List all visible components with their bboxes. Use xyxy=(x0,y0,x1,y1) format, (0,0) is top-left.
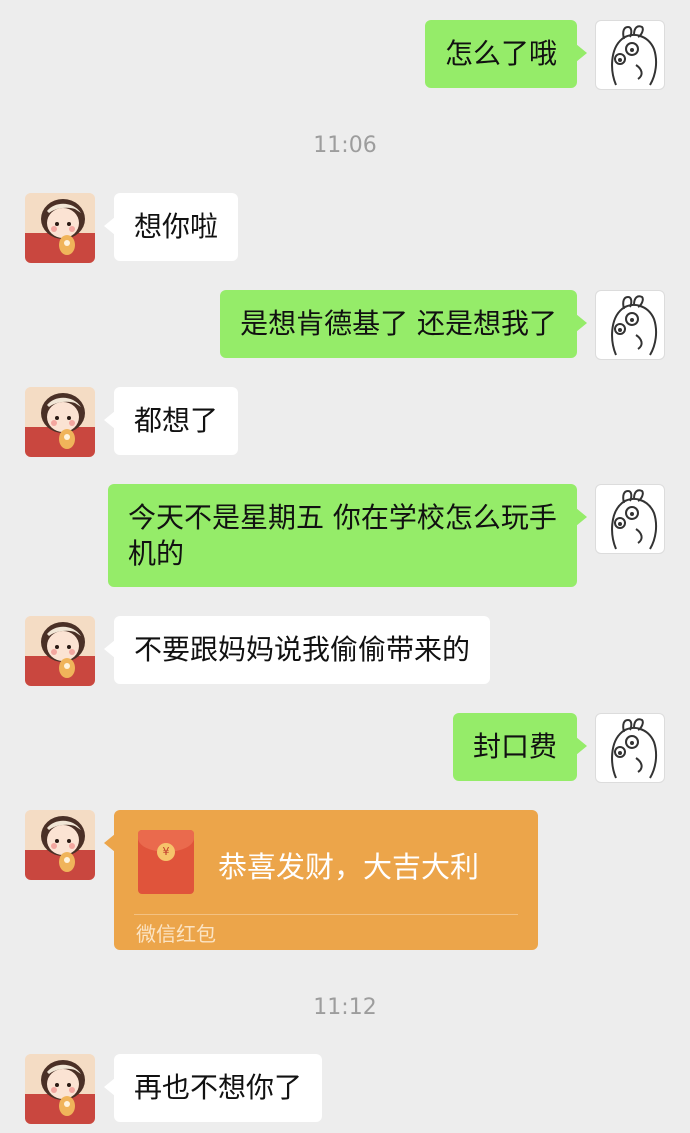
my-message-bubble[interactable]: 封口费 xyxy=(452,713,588,781)
message-text: 封口费 xyxy=(472,730,557,763)
my-avatar[interactable] xyxy=(595,713,665,783)
my-message-bubble[interactable]: 怎么了哦 xyxy=(424,20,588,88)
my-message-bubble[interactable]: 今天不是星期五 你在学校怎么玩手机的 xyxy=(108,484,587,587)
contact-avatar[interactable] xyxy=(25,1054,95,1124)
divider xyxy=(134,914,518,915)
my-message-bubble[interactable]: 是想肯德基了 还是想我了 xyxy=(220,290,587,358)
girl-avatar-icon xyxy=(25,387,95,457)
my-avatar[interactable] xyxy=(595,20,665,90)
contact-avatar[interactable] xyxy=(25,810,95,880)
red-envelope-icon: ¥ xyxy=(138,830,194,894)
contact-avatar[interactable] xyxy=(25,616,95,686)
timestamp: 11:06 xyxy=(313,133,377,158)
contact-message-bubble[interactable]: 不要跟妈妈说我偷偷带来的 xyxy=(103,616,491,684)
contact-message-bubble[interactable]: 再也不想你了 xyxy=(103,1054,323,1122)
contact-avatar[interactable] xyxy=(25,387,95,457)
cartoon-face-avatar-icon xyxy=(611,295,658,356)
message-text: 是想肯德基了 还是想我了 xyxy=(240,307,557,340)
message-text: 都想了 xyxy=(134,404,219,437)
timestamp: 11:12 xyxy=(313,995,377,1020)
cartoon-face-avatar-icon xyxy=(611,718,658,779)
contact-message-bubble[interactable]: 想你啦 xyxy=(103,193,239,261)
my-avatar[interactable] xyxy=(595,484,665,554)
message-text: 再也不想你了 xyxy=(134,1071,303,1104)
contact-message-bubble[interactable]: 都想了 xyxy=(103,387,239,455)
girl-avatar-icon xyxy=(25,193,95,263)
red-packet-greeting: 恭喜发财，大吉大利 xyxy=(218,850,480,884)
red-packet-label: 微信红包 xyxy=(136,922,216,946)
message-text: 怎么了哦 xyxy=(444,37,557,70)
message-text: 今天不是星期五 你在学校怎么玩手机的 xyxy=(128,501,557,570)
girl-avatar-icon xyxy=(25,1054,95,1124)
message-text: 想你啦 xyxy=(134,210,219,243)
contact-avatar[interactable] xyxy=(25,193,95,263)
coin-icon: ¥ xyxy=(157,843,175,861)
cartoon-face-avatar-icon xyxy=(611,25,658,86)
red-packet-card[interactable]: ¥ 恭喜发财，大吉大利 微信红包 xyxy=(104,810,538,950)
message-text: 不要跟妈妈说我偷偷带来的 xyxy=(134,633,471,666)
girl-avatar-icon xyxy=(25,616,95,686)
my-avatar[interactable] xyxy=(595,290,665,360)
cartoon-face-avatar-icon xyxy=(611,489,658,550)
girl-avatar-icon xyxy=(25,810,95,880)
